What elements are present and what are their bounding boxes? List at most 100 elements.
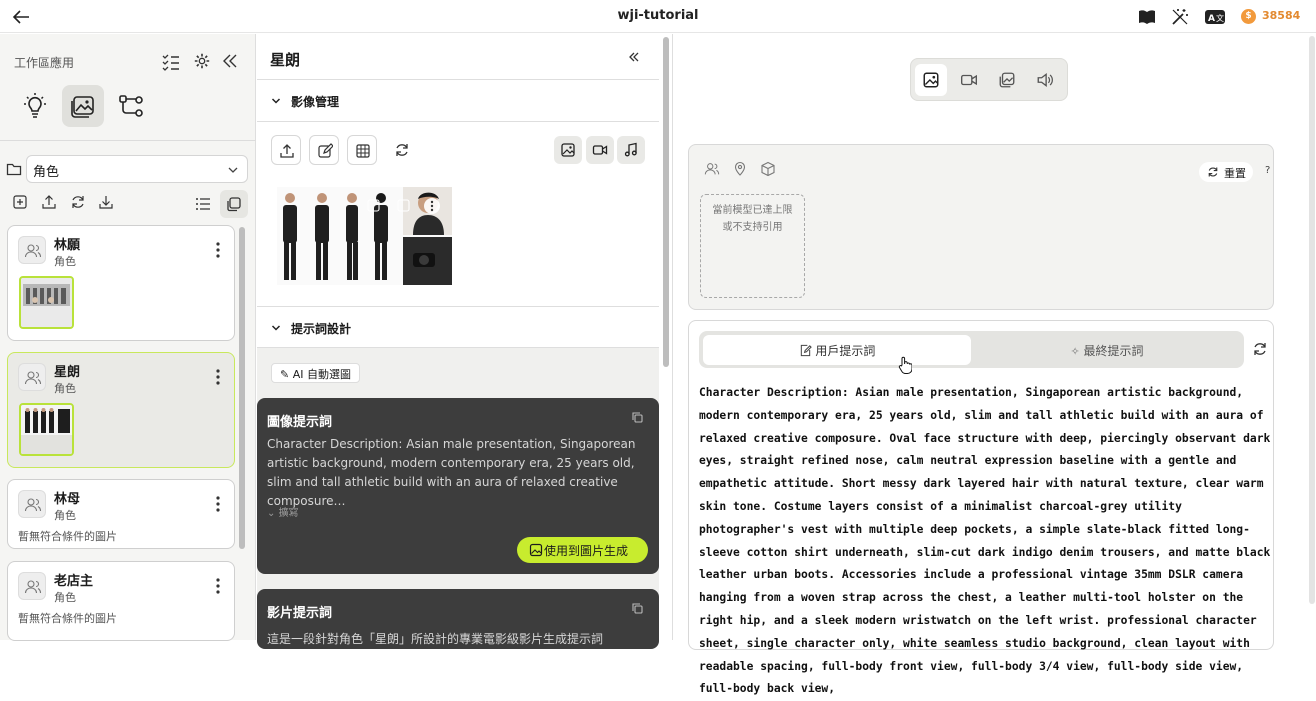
character-thumbnail[interactable]	[19, 403, 74, 456]
empty-message: 暫無符合條件的圖片	[18, 530, 117, 543]
svg-text:A: A	[1208, 14, 1215, 24]
reference-box: 重置 ? 當前模型已達上限 或不支持引用	[688, 144, 1274, 310]
edit-icon	[318, 143, 333, 158]
list-icon	[196, 198, 210, 210]
divider	[0, 140, 256, 141]
character-card[interactable]: 老店主 角色 暫無符合條件的圖片	[7, 561, 235, 641]
character-card-selected[interactable]: 星朗 角色	[7, 352, 235, 468]
magic-wand-icon: ✎	[280, 368, 290, 381]
workflow-app-button[interactable]	[110, 85, 152, 127]
refresh-icon[interactable]	[70, 194, 88, 212]
help-icon[interactable]: ?	[1265, 165, 1270, 176]
copy-icon[interactable]	[632, 412, 643, 423]
reference-dropzone[interactable]: 當前模型已達上限 或不支持引用	[700, 194, 805, 298]
image-gallery-icon	[999, 72, 1015, 88]
tab-user-prompt[interactable]: 用戶提示詞	[703, 335, 971, 365]
lightbulb-icon	[24, 93, 46, 118]
audio-filter-button[interactable]	[617, 136, 645, 164]
upload-image-button[interactable]	[271, 135, 301, 165]
magic-wand-icon[interactable]	[1170, 7, 1190, 27]
workflow-icon	[119, 95, 143, 117]
music-note-icon	[624, 142, 637, 157]
box-icon[interactable]	[760, 161, 776, 177]
card-type: 角色	[54, 255, 76, 268]
checklist-icon[interactable]	[161, 52, 181, 72]
gallery-view-button[interactable]	[220, 190, 248, 218]
limit-message-line2: 或不支持引用	[722, 222, 783, 233]
tab-final-prompt[interactable]: ✧ 最終提示詞	[973, 335, 1241, 365]
media-type-switch	[910, 58, 1068, 101]
lightbulb-app-button[interactable]	[14, 85, 56, 127]
use-for-image-button[interactable]: 使用到圖片生成	[517, 537, 648, 563]
image-icon	[923, 72, 939, 88]
more-vertical-icon[interactable]	[216, 496, 220, 512]
collapse-left-icon[interactable]	[221, 52, 241, 72]
add-icon[interactable]	[12, 194, 30, 212]
ai-auto-select-button[interactable]: ✎ AI 自動選圖	[271, 363, 360, 383]
upload-icon[interactable]	[41, 194, 59, 212]
image-prompt-text[interactable]: Character Description: Asian male presen…	[267, 435, 651, 511]
gallery-mode-tab[interactable]	[991, 64, 1023, 96]
card-name: 林願	[54, 238, 81, 253]
more-vertical-icon[interactable]	[216, 578, 220, 594]
location-pin-icon[interactable]	[732, 161, 748, 177]
edit-image-button[interactable]	[309, 135, 339, 165]
category-select[interactable]: 角色	[26, 155, 248, 183]
collapse-left-icon[interactable]	[628, 51, 640, 63]
category-value: 角色	[33, 165, 60, 180]
image-mode-tab[interactable]	[915, 64, 947, 96]
character-detail-panel: 星朗 影像管理 提示詞設計 ✎ AI 自動選圖 圖像提示詞 Character …	[257, 34, 659, 649]
sparkles-icon: ✧	[1070, 345, 1080, 358]
grid-button[interactable]	[347, 135, 377, 165]
settings-gear-icon[interactable]	[193, 52, 213, 72]
users-icon[interactable]	[704, 161, 720, 177]
list-view-button[interactable]	[189, 190, 217, 218]
refresh-icon[interactable]	[394, 142, 410, 158]
copy-icon[interactable]	[632, 603, 643, 614]
layers-icon	[227, 197, 241, 212]
user-prompt-text[interactable]: Character Description: Asian male presen…	[699, 382, 1279, 701]
video-camera-icon	[592, 145, 608, 155]
video-camera-icon	[961, 74, 977, 86]
image-prompt-title: 圖像提示詞	[267, 415, 333, 430]
character-thumbnail[interactable]	[19, 276, 74, 329]
generation-panel: 重置 ? 當前模型已達上限 或不支持引用 用戶提示詞 ✧ 最終提示詞 Chara…	[672, 34, 1316, 695]
translate-icon[interactable]: A文	[1204, 7, 1225, 27]
card-type: 角色	[54, 591, 76, 604]
expand-link[interactable]: ⌄ 擴寫	[267, 504, 299, 519]
card-name: 老店主	[54, 574, 94, 589]
video-mode-tab[interactable]	[953, 64, 985, 96]
tab-final-label: 最終提示詞	[1083, 344, 1144, 358]
image-filter-button[interactable]	[554, 136, 582, 164]
prompt-design-header[interactable]: 提示詞設計	[257, 306, 659, 348]
hand-cursor-icon	[898, 356, 912, 374]
more-vertical-icon[interactable]	[216, 242, 220, 258]
image-management-header[interactable]: 影像管理	[257, 80, 659, 122]
card-name: 星朗	[54, 365, 81, 380]
users-icon	[24, 580, 42, 594]
audio-mode-tab[interactable]	[1029, 64, 1061, 96]
character-card[interactable]: 林母 角色 暫無符合條件的圖片	[7, 479, 235, 549]
tab-user-label: 用戶提示詞	[815, 344, 876, 358]
refresh-icon	[1208, 167, 1218, 177]
scrollbar[interactable]	[1309, 36, 1315, 604]
image-gallery-icon	[71, 96, 94, 118]
credits-count: 38584	[1262, 9, 1301, 22]
scrollbar[interactable]	[663, 37, 669, 367]
more-vertical-icon[interactable]	[216, 369, 220, 385]
image-app-button[interactable]	[62, 85, 104, 127]
scrollbar[interactable]	[239, 227, 245, 549]
empty-message: 暫無符合條件的圖片	[18, 612, 117, 625]
svg-text:文: 文	[1216, 13, 1224, 23]
refresh-icon[interactable]	[1252, 341, 1268, 357]
character-card[interactable]: 林願 角色	[7, 225, 235, 341]
app-title: wji-tutorial	[617, 8, 699, 23]
reset-button[interactable]: 重置	[1199, 162, 1253, 182]
download-icon[interactable]	[98, 194, 116, 212]
character-sheet-image[interactable]	[277, 187, 452, 285]
video-prompt-box: 影片提示詞 這是一段針對角色「星朗」所設計的專業電影級影片生成提示詞	[257, 589, 659, 649]
grid-icon	[356, 144, 370, 158]
image-icon	[561, 143, 575, 157]
video-filter-button[interactable]	[586, 136, 614, 164]
book-icon[interactable]	[1137, 7, 1157, 27]
